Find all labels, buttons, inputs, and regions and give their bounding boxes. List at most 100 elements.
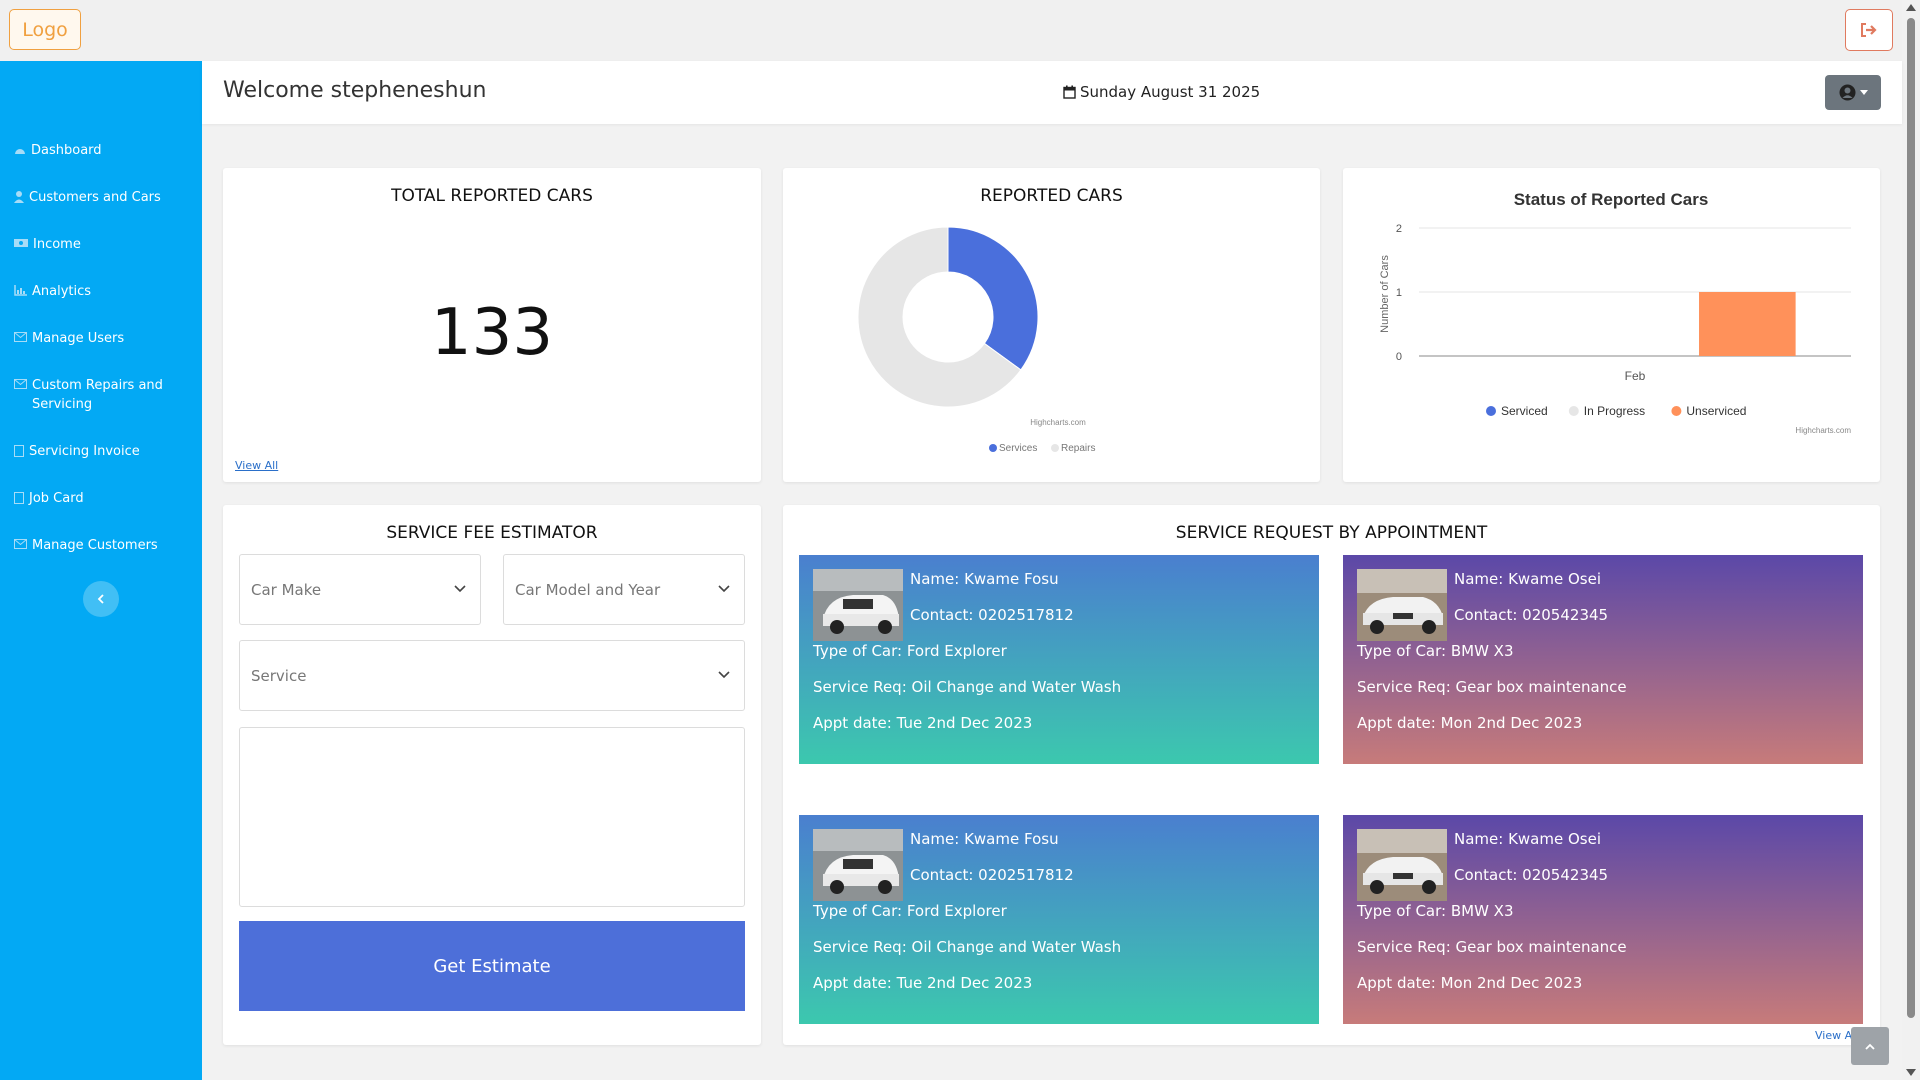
appointment-card[interactable]: Name: Kwame Osei Contact: 020542345 Type… [1343,815,1863,1024]
scroll-to-top-button[interactable] [1851,1027,1889,1065]
car-model-placeholder: Car Model and Year [515,580,661,599]
envelope-icon [14,332,27,342]
sidebar-item-manage-users[interactable]: Manage Users [14,329,194,348]
logo-button[interactable]: Logo [9,9,81,50]
dashboard-icon [15,149,25,154]
scroll-thumb[interactable] [1907,18,1915,1018]
service-placeholder: Service [251,666,307,685]
appointment-date: Appt date: Mon 2nd Dec 2023 [1357,714,1583,732]
appointment-card[interactable]: Name: Kwame Fosu Contact: 0202517812 Typ… [799,555,1319,764]
chevron-up-icon [1865,1043,1875,1050]
legend-item-unserviced[interactable]: Unserviced [1686,404,1746,418]
car-model-select[interactable]: Car Model and Year [503,554,745,625]
legend-item-repairs[interactable]: Repairs [1061,443,1095,454]
card-title: SERVICE FEE ESTIMATOR [386,523,598,543]
appointment-date: Appt date: Tue 2nd Dec 2023 [813,974,1033,992]
appointment-service: Service Req: Oil Change and Water Wash [813,938,1122,956]
sidebar-item-servicing-invoice[interactable]: Servicing Invoice [14,442,194,461]
appointment-service: Service Req: Gear box maintenance [1357,678,1627,696]
sidebar-item-label: Servicing Invoice [29,444,140,459]
sidebar-item-dashboard[interactable]: Dashboard [14,141,194,160]
user-icon [14,191,24,203]
service-select[interactable]: Service [239,640,745,711]
welcome-text: Welcome stepheneshun [223,78,487,103]
bar-unserviced[interactable] [1699,292,1796,356]
envelope-icon [14,539,27,549]
chevron-left-icon [97,594,104,604]
appointment-contact: Contact: 0202517812 [910,866,1074,884]
appointment-card[interactable]: Name: Kwame Fosu Contact: 0202517812 Typ… [799,815,1319,1024]
file-icon [14,492,24,504]
sidebar-collapse-button[interactable] [83,581,119,617]
y-tick-label: 0 [1396,351,1402,363]
appointment-car-type: Type of Car: BMW X3 [1357,902,1514,920]
sidebar-item-label: Custom Repairs and Servicing [32,378,163,412]
legend-item-serviced[interactable]: Serviced [1501,404,1548,418]
logout-button[interactable] [1845,9,1893,51]
sidebar-item-label: Income [33,237,81,252]
chart-title: Status of Reported Cars [1514,190,1709,209]
car-photo [813,569,903,641]
car-make-placeholder: Car Make [251,580,322,599]
sidebar-item-label: Dashboard [31,143,102,158]
appointment-service: Service Req: Gear box maintenance [1357,938,1627,956]
legend-marker [1568,406,1579,416]
legend-marker [1671,406,1682,416]
date-display: Sunday August 31 2025 [1063,83,1260,101]
appointment-card[interactable]: Name: Kwame Osei Contact: 020542345 Type… [1343,555,1863,764]
car-photo [1357,569,1447,641]
status-bar-chart: Status of Reported Cars Number of Cars 0… [1379,190,1851,435]
get-estimate-button[interactable]: Get Estimate [239,921,745,1011]
total-reported-cars-card: TOTAL REPORTED CARS 133 View All [223,168,761,482]
view-all-link[interactable]: View All [235,459,278,472]
sidebar-item-label: Customers and Cars [29,190,161,205]
sidebar-item-income[interactable]: Income [14,235,194,254]
total-cars-count: 133 [430,296,554,370]
legend-item-in-progress[interactable]: In Progress [1584,404,1645,418]
car-make-select[interactable]: Car Make [239,554,481,625]
sidebar-item-label: Manage Customers [32,538,158,553]
sidebar-item-label: Analytics [32,284,92,299]
bar-chart-icon [14,285,27,296]
appointment-date: Appt date: Mon 2nd Dec 2023 [1357,974,1583,992]
file-icon [14,445,24,457]
legend-item-services[interactable]: Services [999,443,1037,454]
chart-credit: Highcharts.com [1795,426,1851,435]
sidebar-item-custom-repairs[interactable]: Custom Repairs and Servicing [14,376,194,414]
car-photo [813,829,903,901]
donut-chart: Highcharts.com Services Repairs [857,226,1095,454]
appointment-service: Service Req: Oil Change and Water Wash [813,678,1122,696]
reported-cars-card: REPORTED CARS Highcharts.com Services Rep… [783,168,1320,482]
envelope-icon [14,379,27,389]
card-title: SERVICE REQUEST BY APPOINTMENT [1175,523,1488,543]
scroll-up-arrow-icon[interactable] [1906,4,1916,11]
sidebar-item-job-card[interactable]: Job Card [14,489,194,508]
y-tick-label: 1 [1396,287,1402,299]
pie-slice-services[interactable] [947,226,1039,371]
legend-marker [1051,444,1059,452]
scroll-down-arrow-icon[interactable] [1906,1069,1916,1076]
page-header: Welcome stepheneshun Sunday August 31 20… [202,61,1902,124]
estimate-output-textarea[interactable] [239,727,745,907]
money-icon [14,239,28,247]
appointments-card: SERVICE REQUEST BY APPOINTMENT Name: Kwa… [783,505,1880,1045]
legend-marker [1486,406,1496,416]
top-bar: Logo [0,0,1902,61]
x-tick-label: Feb [1625,369,1646,383]
appointment-name: Name: Kwame Fosu [910,570,1059,588]
appointment-contact: Contact: 020542345 [1454,866,1609,884]
appointment-car-type: Type of Car: Ford Explorer [813,642,1007,660]
chart-credit: Highcharts.com [1030,418,1086,427]
card-title: TOTAL REPORTED CARS [391,186,593,206]
appointment-name: Name: Kwame Osei [1454,830,1601,848]
sidebar-item-manage-customers[interactable]: Manage Customers [14,536,194,555]
y-axis-label: Number of Cars [1379,255,1391,333]
sidebar-item-analytics[interactable]: Analytics [14,282,194,301]
y-tick-label: 2 [1396,223,1402,235]
service-fee-estimator-card: SERVICE FEE ESTIMATOR Car Make Car Model… [223,505,761,1045]
page-scrollbar[interactable] [1902,0,1920,1080]
user-menu-button[interactable] [1825,75,1881,110]
sidebar-item-label: Manage Users [32,331,125,346]
appointment-car-type: Type of Car: BMW X3 [1357,642,1514,660]
sidebar-item-customers-and-cars[interactable]: Customers and Cars [14,188,194,207]
